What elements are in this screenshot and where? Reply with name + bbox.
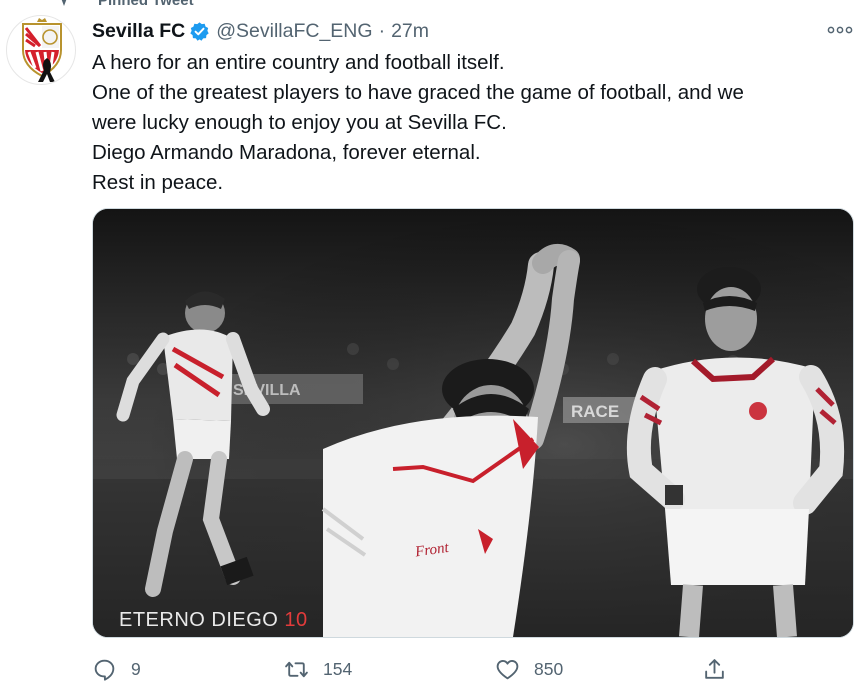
tweet-text-line: A hero for an entire country and footbal…: [92, 51, 505, 74]
retweet-count: 154: [323, 658, 353, 679]
header-separator: ·: [378, 19, 386, 42]
share-button[interactable]: [702, 657, 727, 682]
verified-badge-icon: [190, 21, 209, 41]
pinned-tweet-indicator: Pinned Tweet: [58, 0, 194, 9]
tweet-text-line: Rest in peace.: [92, 171, 224, 194]
reply-icon: [94, 659, 115, 681]
tweet-media-image[interactable]: SEVILLA RACE Front ETERNO DIEGO 10: [92, 208, 854, 638]
tweet-timestamp[interactable]: 27m: [391, 20, 429, 43]
heart-icon: [496, 659, 519, 679]
more-options-icon: [827, 26, 853, 34]
pinned-label: Pinned Tweet: [98, 0, 194, 9]
avatar[interactable]: [6, 15, 76, 85]
tweet-text-line: Diego Armando Maradona, forever eternal.: [92, 141, 481, 164]
more-options-button[interactable]: [825, 18, 855, 42]
svg-text:ETERNO DIEGO 10: ETERNO DIEGO 10: [119, 609, 308, 631]
retweet-icon: [285, 661, 308, 677]
tweet-text: A hero for an entire country and footbal…: [92, 48, 852, 198]
tweet-action-bar: 9 154 850: [92, 652, 865, 686]
author-handle[interactable]: @SevillaFC_ENG: [216, 20, 372, 43]
tweet-text-line: were lucky enough to enjoy you at Sevill…: [92, 111, 507, 134]
tweet-header: Sevilla FC @SevillaFC_ENG · 27m: [92, 18, 865, 44]
reply-count: 9: [131, 658, 141, 679]
like-count: 850: [534, 658, 564, 679]
caption-number-text: 10: [284, 609, 307, 631]
race-banner-text: RACE: [571, 402, 619, 421]
tweet-text-line: One of the greatest players to have grac…: [92, 81, 744, 104]
pin-icon: [61, 0, 67, 6]
caption-main-text: ETERNO DIEGO: [119, 609, 284, 631]
reply-button[interactable]: 9: [92, 657, 141, 682]
retweet-button[interactable]: 154: [284, 657, 352, 682]
sevilla-crest-logo: [22, 18, 62, 82]
maradona-tribute-image: SEVILLA RACE Front ETERNO DIEGO 10: [93, 209, 853, 637]
author-name[interactable]: Sevilla FC: [92, 20, 185, 43]
share-icon: [705, 658, 724, 679]
like-button[interactable]: 850: [495, 657, 563, 682]
